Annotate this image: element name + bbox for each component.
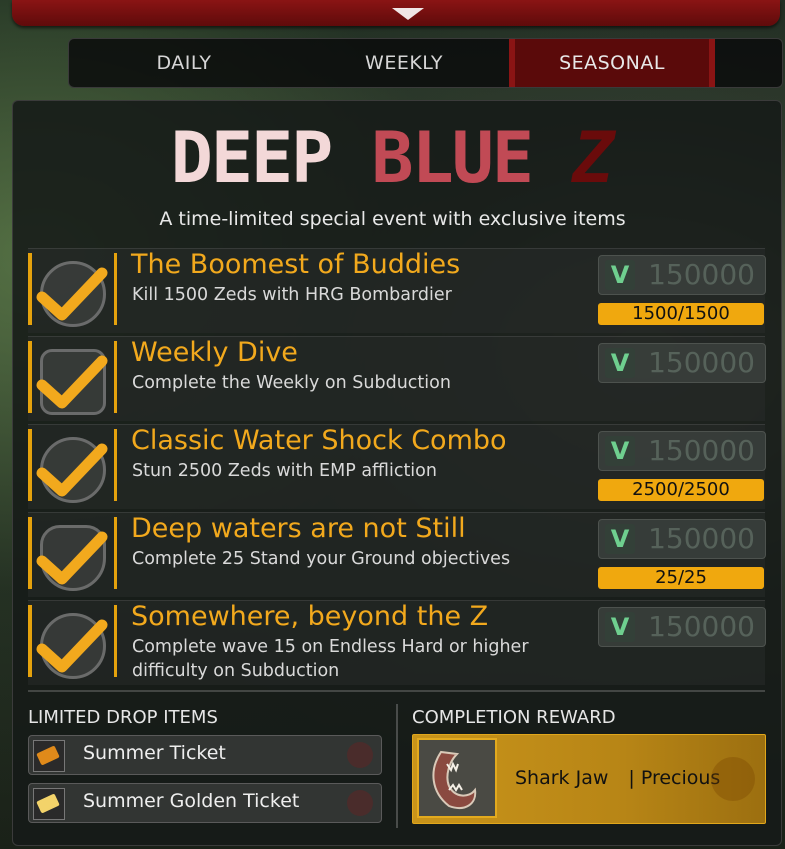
- challenge-title: Weekly Dive: [131, 337, 298, 368]
- challenge-title: The Boomest of Buddies: [131, 249, 461, 280]
- challenge-title: Classic Water Shock Combo: [131, 425, 507, 456]
- drop-item[interactable]: Summer Golden Ticket: [28, 783, 382, 823]
- challenge-row: Weekly Dive Complete the Weekly on Subdu…: [28, 336, 766, 421]
- reward-amount: 150000: [648, 258, 755, 291]
- reward-item-name: Shark Jaw: [515, 767, 609, 789]
- tab-seasonal[interactable]: SEASONAL: [509, 39, 715, 87]
- limited-drop-label: LIMITED DROP ITEMS: [28, 707, 218, 728]
- skull-icon: [36, 609, 108, 679]
- checkmark-icon: [36, 267, 108, 321]
- challenge-row: Deep waters are not Still Complete 25 St…: [28, 512, 766, 597]
- reward-amount: 150000: [648, 610, 755, 643]
- tab-daily[interactable]: DAILY: [69, 39, 299, 87]
- emp-icon: [36, 433, 108, 503]
- row-divider: [114, 253, 117, 325]
- row-accent: [28, 429, 32, 501]
- section-divider: [28, 690, 765, 692]
- vault-dosh-icon: V: [605, 260, 635, 290]
- reward-box: V 150000: [598, 255, 766, 295]
- skull-icon: [711, 757, 755, 801]
- row-accent: [28, 605, 32, 677]
- drop-item-name: Summer Golden Ticket: [83, 790, 300, 812]
- tab-weekly[interactable]: WEEKLY: [299, 39, 509, 87]
- reward-amount: 150000: [648, 522, 755, 555]
- checkmark-icon: [36, 443, 108, 497]
- row-divider: [114, 605, 117, 677]
- logo-word-blue: BLUE: [371, 117, 534, 199]
- challenge-title: Somewhere, beyond the Z: [131, 601, 489, 632]
- completion-reward-card[interactable]: Shark Jaw | Precious: [412, 734, 766, 824]
- challenge-description: Complete wave 15 on Endless Hard or high…: [132, 637, 529, 681]
- row-divider: [114, 341, 117, 413]
- chevron-down-icon[interactable]: [392, 8, 424, 20]
- weekly-icon: [36, 345, 108, 415]
- reward-box: V 150000: [598, 519, 766, 559]
- challenge-description: Kill 1500 Zeds with HRG Bombardier: [132, 285, 452, 305]
- challenge-row: The Boomest of Buddies Kill 1500 Zeds wi…: [28, 248, 766, 333]
- bombardier-icon: [36, 257, 108, 327]
- logo-word-deep: DEEP: [170, 117, 334, 199]
- event-logo: DEEP BLUE Z: [0, 118, 785, 198]
- reward-box: V 150000: [598, 431, 766, 471]
- checkmark-icon: [36, 619, 108, 673]
- drop-item-name: Summer Ticket: [83, 742, 226, 764]
- challenge-description: Stun 2500 Zeds with EMP affliction: [132, 461, 437, 481]
- row-accent: [28, 517, 32, 589]
- drop-item[interactable]: Summer Ticket: [28, 735, 382, 775]
- vault-dosh-icon: V: [605, 348, 635, 378]
- shield-icon: [36, 521, 108, 591]
- row-accent: [28, 253, 32, 325]
- vault-dosh-icon: V: [605, 524, 635, 554]
- section-divider-vertical: [396, 704, 398, 828]
- shark-jaw-icon: [417, 738, 497, 818]
- vault-dosh-icon: V: [605, 436, 635, 466]
- reward-rarity: | Precious: [628, 767, 721, 789]
- reward-box: V 150000: [598, 343, 766, 383]
- reward-item-title: Shark Jaw | Precious: [515, 767, 720, 789]
- event-subtitle: A time-limited special event with exclus…: [159, 208, 626, 230]
- checkmark-icon: [36, 531, 108, 585]
- ticket-icon: [33, 740, 65, 772]
- challenge-description: Complete 25 Stand your Ground objectives: [132, 549, 511, 569]
- row-accent: [28, 341, 32, 413]
- logo-word-z: Z: [572, 117, 615, 199]
- reward-amount: 150000: [648, 434, 755, 467]
- challenge-title: Deep waters are not Still: [131, 513, 466, 544]
- completion-reward-label: COMPLETION REWARD: [412, 707, 616, 728]
- skull-icon: [347, 742, 373, 768]
- reward-amount: 150000: [648, 346, 755, 379]
- tab-bar: DAILY WEEKLY SEASONAL: [68, 38, 783, 88]
- skull-icon: [347, 790, 373, 816]
- golden-ticket-icon: [33, 788, 65, 820]
- reward-box: V 150000: [598, 607, 766, 647]
- checkmark-icon: [36, 355, 108, 409]
- challenge-row: Classic Water Shock Combo Stun 2500 Zeds…: [28, 424, 766, 509]
- collapse-bar[interactable]: [12, 0, 780, 26]
- progress-bar: 25/25: [598, 567, 764, 589]
- challenge-row: Somewhere, beyond the Z Complete wave 15…: [28, 600, 766, 685]
- row-divider: [114, 517, 117, 589]
- challenge-description: Complete the Weekly on Subduction: [132, 373, 451, 393]
- vault-dosh-icon: V: [605, 612, 635, 642]
- progress-bar: 2500/2500: [598, 479, 764, 501]
- progress-bar: 1500/1500: [598, 303, 764, 325]
- row-divider: [114, 429, 117, 501]
